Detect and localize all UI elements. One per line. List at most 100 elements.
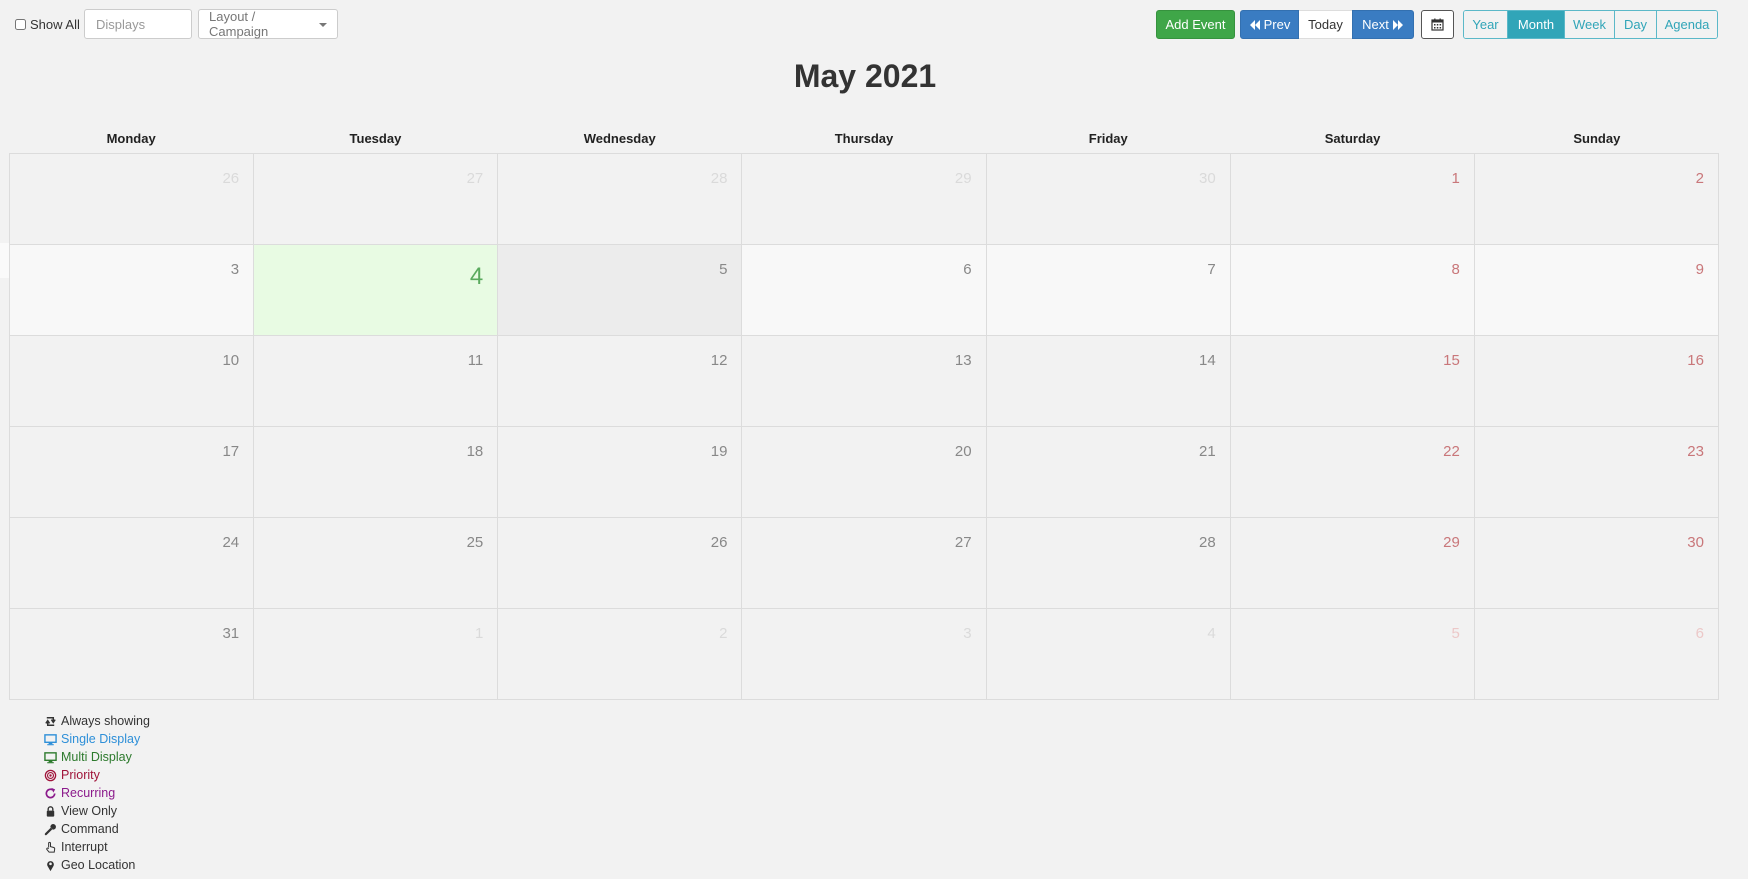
day-cell[interactable]: 6 xyxy=(1474,609,1719,700)
displays-input[interactable] xyxy=(84,9,192,39)
weekday-label: Wednesday xyxy=(583,131,656,146)
day-number: 10 xyxy=(222,352,240,369)
day-cell[interactable]: 30 xyxy=(1474,518,1719,609)
wrench-icon xyxy=(44,823,56,835)
hand-pointer-icon xyxy=(46,841,56,853)
day-cell[interactable]: 5 xyxy=(1230,609,1475,700)
day-cell[interactable]: 3 xyxy=(742,609,987,700)
day-cell[interactable]: 30 xyxy=(986,154,1231,245)
day-number: 5 xyxy=(719,261,728,278)
day-cell[interactable]: 9 xyxy=(1474,245,1719,336)
day-cell[interactable]: 22 xyxy=(1230,427,1475,518)
day-number: 8 xyxy=(1451,261,1460,278)
day-cell[interactable]: 29 xyxy=(1230,518,1475,609)
legend-command: Command xyxy=(44,820,150,838)
day-cell[interactable]: 26 xyxy=(498,518,743,609)
retweet-icon xyxy=(45,716,56,726)
day-number: 6 xyxy=(963,261,972,278)
day-cell[interactable]: 20 xyxy=(742,427,987,518)
legend-recurring: Recurring xyxy=(44,784,150,802)
day-cell[interactable]: 2 xyxy=(498,609,743,700)
day-number: 20 xyxy=(954,443,972,460)
day-cell[interactable]: 4 xyxy=(986,609,1231,700)
view-year-button[interactable]: Year xyxy=(1464,11,1507,38)
day-cell[interactable]: 16 xyxy=(1474,336,1719,427)
toolbar: Show All Layout / Campaign Add Event Pre… xyxy=(0,8,1748,40)
double-chevron-right-icon xyxy=(1392,19,1403,30)
day-number: 3 xyxy=(963,625,972,642)
legend-view-only: View Only xyxy=(44,802,150,820)
day-number: 28 xyxy=(1199,534,1216,551)
legend-multi-display: Multi Display xyxy=(44,748,150,766)
day-cell[interactable]: 8 xyxy=(1230,245,1475,336)
day-cell[interactable]: 6 xyxy=(742,245,987,336)
day-number: 25 xyxy=(466,534,484,551)
legend-label: Command xyxy=(61,822,119,836)
show-all-checkbox[interactable] xyxy=(15,19,26,30)
view-month-button[interactable]: Month xyxy=(1507,11,1564,38)
event-legend: Always showing Single Display Multi Disp… xyxy=(44,712,150,874)
view-agenda-button[interactable]: Agenda xyxy=(1656,11,1717,38)
day-cell[interactable]: 23 xyxy=(1474,427,1719,518)
legend-always-showing: Always showing xyxy=(44,712,150,730)
day-cell[interactable]: 14 xyxy=(986,336,1231,427)
layout-campaign-dropdown[interactable]: Layout / Campaign xyxy=(198,9,338,39)
legend-interrupt: Interrupt xyxy=(44,838,150,856)
weekday-header: Monday Tuesday Wednesday Thursday Friday… xyxy=(9,126,1719,153)
day-number: 17 xyxy=(222,443,240,460)
next-button[interactable]: Next xyxy=(1352,10,1414,39)
week-row: 17 18 19 20 21 22 23 xyxy=(10,427,1719,518)
day-cell[interactable]: 3 xyxy=(10,245,255,336)
day-cell[interactable]: 1 xyxy=(254,609,499,700)
day-cell[interactable]: 7 xyxy=(986,245,1231,336)
calendar-grid: 26 27 28 29 30 1 2 3 4 5 6 7 8 9 10 11 1… xyxy=(9,153,1719,700)
day-cell[interactable]: 27 xyxy=(254,154,499,245)
legend-single-display: Single Display xyxy=(44,730,150,748)
prev-button[interactable]: Prev xyxy=(1240,10,1299,39)
day-cell[interactable]: 12 xyxy=(498,336,743,427)
bullseye-icon xyxy=(44,769,57,781)
show-all-toggle[interactable]: Show All xyxy=(15,17,80,32)
week-row: 10 11 12 13 14 15 16 xyxy=(10,336,1719,427)
day-cell[interactable]: 11 xyxy=(254,336,499,427)
day-number: 7 xyxy=(1207,261,1216,278)
day-cell[interactable]: 2 xyxy=(1474,154,1719,245)
day-cell[interactable]: 19 xyxy=(498,427,743,518)
view-week-button[interactable]: Week xyxy=(1564,11,1614,38)
day-cell[interactable]: 1 xyxy=(1230,154,1475,245)
day-cell[interactable]: 18 xyxy=(254,427,499,518)
add-event-button[interactable]: Add Event xyxy=(1156,10,1235,39)
day-number: 9 xyxy=(1695,261,1704,278)
day-cell[interactable]: 27 xyxy=(742,518,987,609)
day-cell[interactable]: 13 xyxy=(742,336,987,427)
day-cell[interactable]: 21 xyxy=(986,427,1231,518)
day-number: 11 xyxy=(467,352,484,369)
day-cell[interactable]: 26 xyxy=(10,154,255,245)
day-cell[interactable]: 17 xyxy=(10,427,255,518)
day-cell[interactable]: 15 xyxy=(1230,336,1475,427)
day-cell-today[interactable]: 4 xyxy=(254,245,499,336)
view-day-button[interactable]: Day xyxy=(1614,11,1656,38)
day-cell[interactable]: 29 xyxy=(742,154,987,245)
weekday-label: Saturday xyxy=(1324,131,1381,146)
day-cell[interactable]: 10 xyxy=(10,336,255,427)
day-number: 28 xyxy=(710,170,728,187)
week-row: 3 4 5 6 7 8 9 xyxy=(10,245,1719,336)
day-number: 4 xyxy=(469,263,484,290)
lock-icon xyxy=(46,805,55,817)
day-cell[interactable]: 28 xyxy=(498,154,743,245)
day-number: 18 xyxy=(466,443,484,460)
day-cell[interactable]: 28 xyxy=(986,518,1231,609)
legend-label: Multi Display xyxy=(61,750,132,764)
day-cell[interactable]: 31 xyxy=(10,609,255,700)
date-picker-button[interactable] xyxy=(1421,10,1454,39)
day-cell[interactable]: 24 xyxy=(10,518,255,609)
month-calendar: Monday Tuesday Wednesday Thursday Friday… xyxy=(9,126,1719,700)
day-number: 1 xyxy=(474,625,484,642)
today-button[interactable]: Today xyxy=(1299,10,1352,39)
day-cell[interactable]: 25 xyxy=(254,518,499,609)
day-cell[interactable]: 5 xyxy=(498,245,743,336)
double-chevron-left-icon xyxy=(1249,19,1260,30)
weekday-label: Friday xyxy=(1088,131,1128,146)
weekday-label: Sunday xyxy=(1573,131,1621,146)
